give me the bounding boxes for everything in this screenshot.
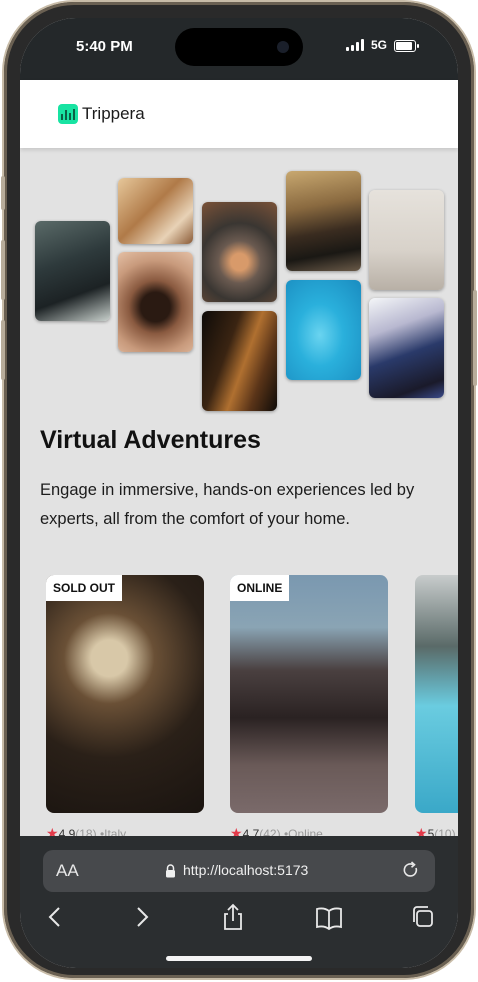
dynamic-island	[175, 28, 303, 66]
browser-toolbar: AA http://localhost:5173	[20, 836, 458, 968]
photo-chef	[118, 178, 193, 244]
photo-yoga	[369, 190, 444, 290]
photo-singer	[369, 298, 444, 398]
card-badge: ONLINE	[230, 575, 290, 601]
photo-keyboard	[286, 171, 361, 271]
section-description: Engage in immersive, hands-on experience…	[40, 481, 415, 528]
status-time: 5:40 PM	[76, 38, 133, 55]
side-button	[1, 320, 5, 380]
url-text[interactable]: http://localhost:5173	[183, 862, 308, 878]
address-bar[interactable]: AA http://localhost:5173	[43, 850, 435, 892]
section-title: Virtual Adventures	[40, 426, 261, 454]
home-indicator	[166, 956, 312, 961]
share-icon[interactable]	[218, 902, 248, 932]
photo-guitar	[202, 311, 277, 411]
signal-icon	[346, 39, 366, 51]
text-size-button[interactable]: AA	[56, 861, 79, 881]
bookmarks-icon[interactable]	[314, 902, 344, 932]
brand-name[interactable]: Trippera	[82, 104, 145, 124]
side-button	[1, 240, 5, 300]
experience-card[interactable]: ONLINE	[230, 575, 388, 813]
forward-icon[interactable]	[127, 902, 157, 932]
network-label: 5G	[371, 38, 388, 52]
photo-swimmer	[286, 280, 361, 380]
status-bar: 5:40 PM 5G	[20, 18, 458, 80]
app-header: Trippera	[20, 80, 458, 148]
phone-screen: 5:40 PM 5G Trippera Virtual Adventures E…	[20, 18, 458, 968]
photo-cooking	[35, 221, 110, 321]
photo-doorway	[118, 252, 193, 352]
side-button	[1, 176, 5, 210]
battery-icon	[394, 40, 419, 52]
photo-dish	[202, 202, 277, 302]
logo-icon[interactable]	[58, 104, 78, 124]
reload-icon[interactable]	[401, 860, 421, 880]
lock-icon	[166, 864, 175, 878]
experience-card[interactable]	[415, 575, 458, 813]
card-badge: SOLD OUT	[46, 575, 122, 601]
tabs-icon[interactable]	[408, 902, 438, 932]
experience-card[interactable]: SOLD OUT	[46, 575, 204, 813]
back-icon[interactable]	[40, 902, 70, 932]
side-button	[473, 290, 477, 386]
